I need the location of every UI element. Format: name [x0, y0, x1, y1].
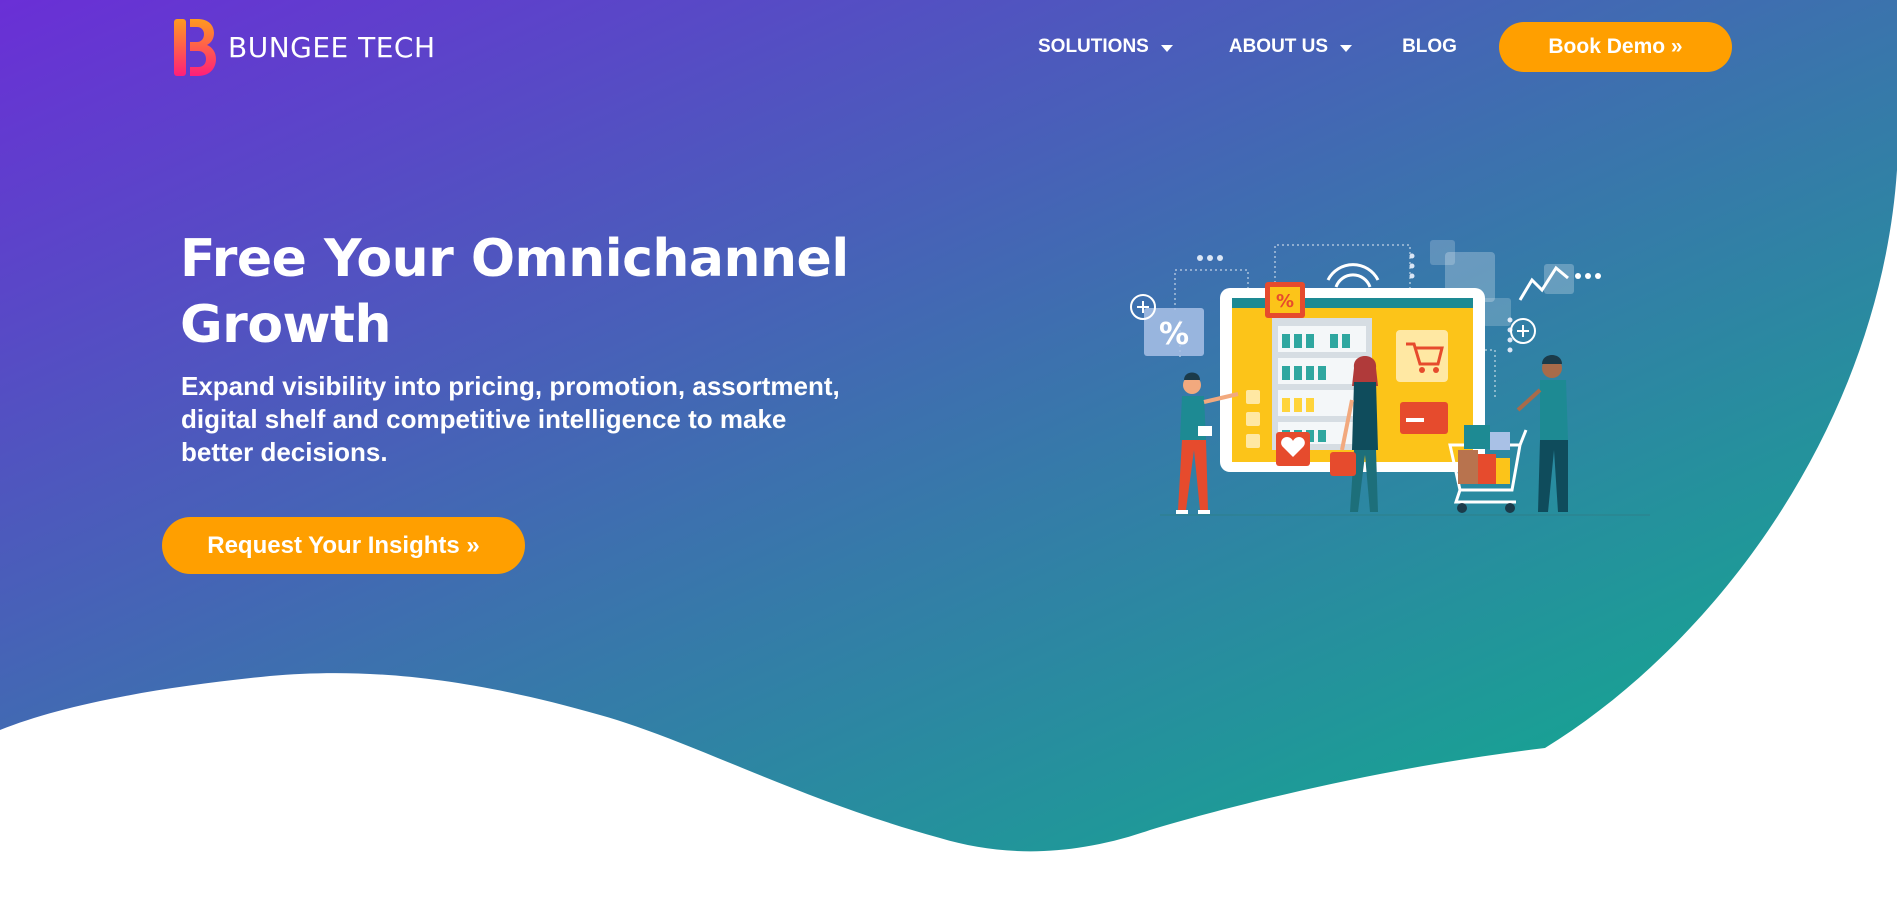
- nav-item-label: SOLUTIONS: [1038, 36, 1149, 57]
- hero-title: Free Your Omnichannel Growth: [180, 229, 849, 355]
- nav-item-label: ABOUT US: [1228, 36, 1329, 57]
- brand-logo[interactable]: BUNGEE TECH: [174, 19, 436, 76]
- main-nav: SOLUTIONS ABOUT US BLOG: [1038, 36, 1457, 58]
- nav-item-label: BLOG: [1402, 36, 1457, 57]
- caret-down-icon: [1160, 44, 1173, 52]
- brand-name: BUNGEE TECH: [228, 30, 436, 64]
- svg-text:%: %: [1276, 291, 1294, 312]
- hero-subtitle: Expand visibility into pricing, promotio…: [181, 371, 840, 467]
- logo-mark-icon: [174, 19, 216, 76]
- book-demo-button[interactable]: Book Demo »: [1499, 22, 1732, 72]
- request-insights-button[interactable]: Request Your Insights »: [162, 517, 525, 574]
- svg-text:%: %: [1159, 317, 1189, 352]
- nav-item-blog[interactable]: BLOG: [1402, 36, 1457, 58]
- caret-down-icon: [1340, 44, 1353, 52]
- nav-item-about-us[interactable]: ABOUT US: [1228, 36, 1353, 58]
- nav-item-solutions[interactable]: SOLUTIONS: [1038, 36, 1173, 58]
- omnichannel-shopping-illustration: % %: [1130, 240, 1650, 516]
